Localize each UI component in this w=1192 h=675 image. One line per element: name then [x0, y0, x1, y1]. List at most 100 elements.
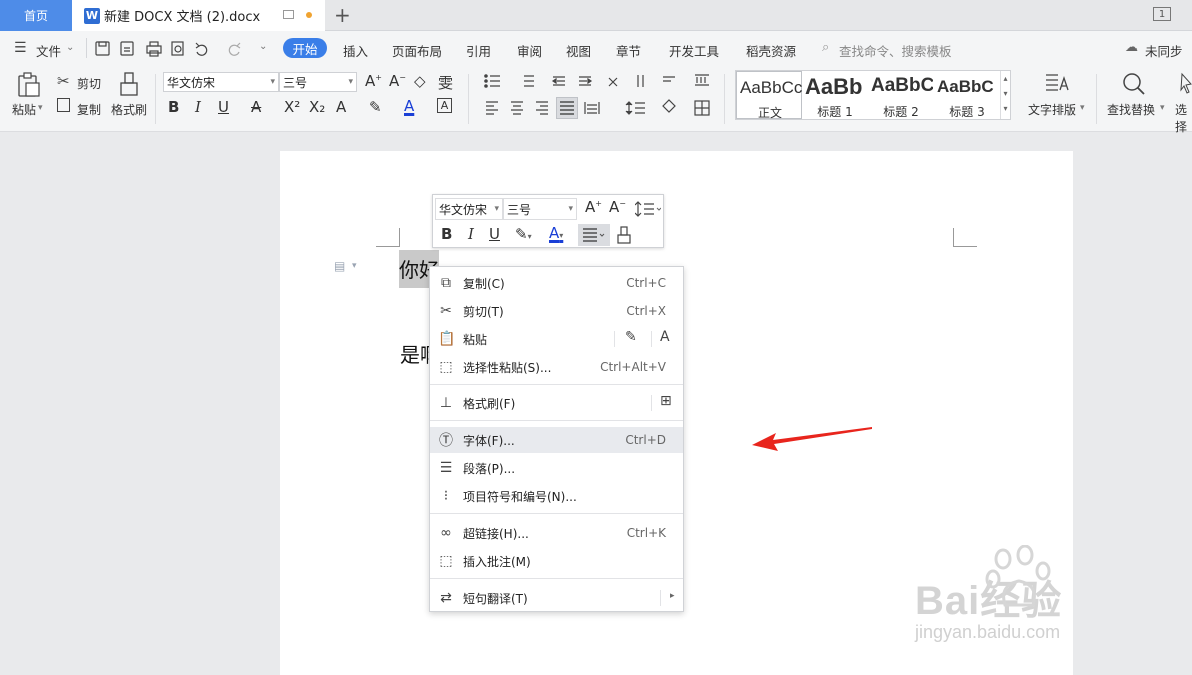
underline-icon[interactable]: U — [218, 98, 229, 116]
distribute-icon[interactable] — [584, 100, 600, 116]
clear-format-icon[interactable]: ◇ — [414, 72, 426, 90]
menu-item-label: 剪切(T) — [463, 304, 504, 319]
mini-bold-icon[interactable]: B — [441, 225, 452, 243]
text-layout-button[interactable]: 文字排版 — [1028, 101, 1076, 118]
mini-line-spacing-icon[interactable] — [635, 201, 661, 217]
print-icon — [146, 45, 162, 54]
mini-highlight-icon[interactable]: ✎▾ — [515, 225, 532, 243]
format-painter-lock-icon[interactable]: ⊞ — [660, 393, 672, 409]
shrink-font-icon[interactable]: A− — [389, 72, 406, 90]
paragraph-marker-dropdown-icon[interactable]: ▾ — [352, 261, 357, 271]
sync-status[interactable]: 未同步 — [1145, 41, 1183, 60]
page-margin-mark — [953, 228, 977, 247]
menu-view[interactable]: 视图 — [566, 41, 591, 60]
copy-button[interactable]: 复制 — [77, 101, 101, 118]
menu-item-hyperlink[interactable]: ∞ 超链接(H)... Ctrl+K — [430, 520, 683, 546]
find-replace-dropdown-icon[interactable]: ▾ — [1160, 103, 1165, 113]
find-replace-button[interactable]: 查找替换 — [1107, 101, 1155, 118]
mini-font-name-select[interactable]: 华文仿宋 — [435, 198, 503, 220]
mini-font-size-select[interactable]: 三号 — [503, 198, 577, 220]
menu-item-insert-comment[interactable]: ⬚ 插入批注(M) — [430, 548, 683, 574]
superscript-icon[interactable]: X² — [284, 98, 300, 116]
paragraph-marker-icon[interactable]: ▤ — [334, 259, 345, 273]
menu-chapter[interactable]: 章节 — [616, 41, 641, 60]
font-color-icon[interactable]: A — [404, 97, 414, 115]
menu-item-font[interactable]: Ⓣ 字体(F)... Ctrl+D — [430, 427, 683, 453]
menu-item-shortcut: Ctrl+K — [626, 526, 666, 540]
mini-font-size-value: 三号 — [507, 202, 532, 217]
monitor-icon[interactable] — [283, 10, 294, 19]
mini-grow-font-icon[interactable]: A+ — [585, 198, 602, 216]
menu-docer-resources[interactable]: 稻壳资源 — [746, 41, 796, 60]
menu-item-copy[interactable]: ⧉ 复制(C) Ctrl+C — [430, 270, 683, 296]
menu-start[interactable]: 开始 — [283, 38, 327, 58]
divider — [651, 395, 652, 411]
menu-item-format-painter[interactable]: ⊥ 格式刷(F) ⊞ — [430, 390, 683, 416]
style-heading1[interactable]: AaBb 标题 1 — [802, 71, 868, 119]
command-search[interactable]: 查找命令、搜索模板 — [839, 41, 952, 60]
divider — [724, 74, 725, 124]
menu-file[interactable]: 文件 — [36, 41, 61, 60]
highlight-icon[interactable]: ✎ — [369, 98, 382, 116]
paste-button[interactable]: 粘贴 — [12, 101, 36, 118]
paste-text-only-icon[interactable]: A — [660, 329, 670, 345]
mini-underline-icon[interactable]: U — [489, 225, 500, 243]
tab-home[interactable]: 首页 — [0, 0, 72, 31]
italic-icon[interactable]: I — [195, 98, 201, 116]
subscript-icon[interactable]: X₂ — [309, 98, 325, 116]
cut-button[interactable]: 剪切 — [77, 75, 101, 92]
text-effect-icon[interactable]: A — [336, 98, 346, 116]
style-normal[interactable]: AaBbCcI 正文 — [736, 71, 802, 120]
font-size-select[interactable]: 三号 — [279, 72, 357, 92]
divider — [660, 590, 661, 606]
page-count-icon[interactable]: 1 — [1153, 7, 1171, 21]
mini-toolbar: 华文仿宋 三号 A+ A− B I U ✎▾ A▾ — [432, 194, 664, 248]
mini-shrink-font-icon[interactable]: A− — [609, 198, 626, 216]
tab-document[interactable]: W 新建 DOCX 文档 (2).docx — [72, 0, 325, 31]
format-painter-button[interactable]: 格式刷 — [111, 101, 147, 118]
new-tab-button[interactable]: + — [334, 3, 351, 27]
search-icon: ⌕ — [822, 40, 830, 55]
menu-item-paste[interactable]: 📋 粘贴 ✎ A — [430, 326, 683, 352]
menu-item-translate[interactable]: ⇄ 短句翻译(T) ▸ — [430, 585, 683, 611]
customize-dropdown-icon[interactable]: ⌄ — [259, 41, 267, 52]
menu-item-bullets-numbering[interactable]: ⁝ 项目符号和编号(N)... — [430, 483, 683, 509]
phonetic-guide-icon[interactable]: 雯 — [438, 72, 453, 93]
char-border-icon[interactable]: A — [437, 98, 452, 113]
paste-special-icon: ⬚ — [439, 359, 453, 375]
hamburger-icon[interactable]: ☰ — [14, 40, 27, 56]
quick-access-toolbar — [95, 41, 241, 57]
bold-icon[interactable]: B — [168, 98, 179, 116]
menu-references[interactable]: 引用 — [466, 41, 491, 60]
menu-developer[interactable]: 开发工具 — [669, 41, 719, 60]
paste-dropdown-icon[interactable]: ▾ — [38, 103, 43, 113]
style-heading3[interactable]: AaBbC 标题 3 — [934, 71, 1000, 119]
submenu-arrow-icon: ▸ — [670, 591, 675, 601]
select-button[interactable]: 选择 — [1175, 101, 1192, 135]
menu-review[interactable]: 审阅 — [517, 41, 542, 60]
chevron-down-icon[interactable]: ⌄ — [66, 42, 74, 53]
menu-page-layout[interactable]: 页面布局 — [392, 41, 442, 60]
grow-font-icon[interactable]: A+ — [365, 72, 382, 90]
style-name: 标题 1 — [817, 105, 853, 119]
menu-separator — [430, 420, 683, 421]
menu-item-cut[interactable]: ✂ 剪切(T) Ctrl+X — [430, 298, 683, 324]
menu-item-paragraph[interactable]: ☰ 段落(P)... — [430, 455, 683, 481]
strikethrough-icon[interactable]: A — [251, 98, 261, 116]
font-name-select[interactable]: 华文仿宋 — [163, 72, 279, 92]
menu-item-shortcut: Ctrl+D — [625, 433, 666, 447]
menu-item-label: 字体(F)... — [463, 433, 515, 448]
style-heading2[interactable]: AaBbC 标题 2 — [868, 71, 934, 119]
styles-gallery: AaBbCcI 正文 AaBb 标题 1 AaBbC 标题 2 AaBbC 标题… — [735, 70, 1011, 120]
mini-italic-icon[interactable]: I — [468, 225, 474, 243]
style-name: 标题 2 — [883, 105, 919, 119]
menu-insert[interactable]: 插入 — [343, 41, 368, 60]
text-layout-dropdown-icon[interactable]: ▾ — [1080, 103, 1085, 113]
styles-scroll[interactable]: ▴ ▾ ▾ — [1000, 71, 1010, 119]
mini-font-color-icon[interactable]: A▾ — [549, 224, 563, 242]
mini-format-brush-icon[interactable] — [617, 226, 631, 244]
menu-item-paste-special[interactable]: ⬚ 选择性粘贴(S)... Ctrl+Alt+V — [430, 354, 683, 380]
paste-icon[interactable] — [16, 72, 42, 98]
style-sample: AaBbC — [937, 77, 994, 96]
paste-keep-format-icon[interactable]: ✎ — [625, 329, 637, 345]
